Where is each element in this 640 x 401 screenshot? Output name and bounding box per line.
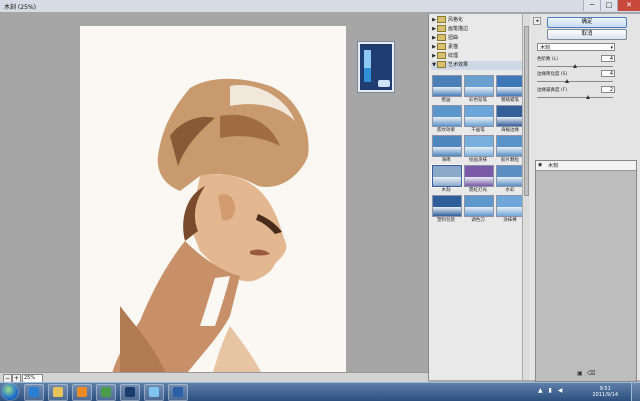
filter-thumbnail[interactable] — [432, 105, 462, 127]
word-icon — [173, 387, 183, 397]
folder-icon — [437, 25, 446, 32]
folder-label: 风格化 — [448, 17, 464, 23]
chevron-down-icon: ▾ — [610, 45, 613, 51]
folder-stylize[interactable]: ▶ 风格化 — [431, 16, 527, 25]
clock-date: 2011/9/14 — [592, 392, 618, 398]
filter-select-value: 木刻 — [540, 45, 551, 51]
folder-icon — [53, 387, 63, 397]
scrollbar-thumb[interactable] — [524, 26, 529, 196]
gallery-scrollbar[interactable] — [522, 14, 530, 380]
folder-brush-strokes[interactable]: ▶ 画笔描边 — [431, 25, 527, 34]
filter-thumbnail[interactable] — [432, 75, 462, 97]
thumbnail-gauge-fill — [364, 68, 371, 82]
folder-icon — [437, 43, 446, 50]
filter-thumbnail[interactable] — [464, 195, 494, 217]
folder-label: 扭曲 — [448, 35, 459, 41]
filter-select[interactable]: 木刻 ▾ — [537, 43, 615, 51]
preview-canvas[interactable] — [80, 26, 346, 382]
edge-fidelity-slider[interactable] — [537, 95, 613, 99]
preview-area[interactable] — [0, 12, 428, 382]
eye-icon[interactable]: ◉ — [538, 162, 544, 168]
filter-thumbnail[interactable] — [432, 135, 462, 157]
tray-icons[interactable]: ▲ ▮ ◀ — [538, 387, 564, 394]
qq-icon — [149, 387, 159, 397]
folder-texture[interactable]: ▶ 纹理 — [431, 52, 527, 61]
filter-thumbnail[interactable] — [432, 165, 462, 187]
start-button[interactable] — [2, 384, 18, 400]
folder-label: 素描 — [448, 44, 459, 50]
folder-artistic[interactable]: ▼ 艺术效果 — [431, 61, 527, 70]
ok-button[interactable]: 确定 — [547, 17, 627, 28]
folder-icon — [437, 52, 446, 59]
paint-icon — [101, 387, 111, 397]
filter-thumbnail-label: 海绵 — [441, 158, 451, 163]
folder-sketch[interactable]: ▶ 素描 — [431, 43, 527, 52]
filter-thumbnail-label: 干画笔 — [471, 128, 485, 133]
folder-icon — [437, 16, 446, 23]
edge-fidelity-label: 边缘逼真度 (F) — [537, 88, 568, 93]
minimize-button[interactable]: ─ — [583, 0, 600, 11]
levels-label: 色阶数 (L) — [537, 57, 558, 62]
filter-thumbnail[interactable] — [464, 135, 494, 157]
folder-icon — [437, 34, 446, 41]
folder-icon — [437, 61, 446, 68]
show-desktop-button[interactable] — [631, 383, 640, 401]
taskbar-app-button[interactable] — [72, 384, 92, 401]
slider-knob[interactable] — [573, 64, 577, 68]
collapse-gallery-button[interactable]: ◂ — [533, 17, 541, 25]
cancel-button[interactable]: 取消 — [547, 29, 627, 40]
filter-thumbnail-label: 霓虹灯光 — [469, 188, 487, 193]
filter-thumbnail-label: 彩色铅笔 — [469, 98, 487, 103]
filter-thumbnail[interactable] — [464, 105, 494, 127]
new-layer-icon[interactable]: ▣ — [577, 370, 583, 377]
filter-thumbnail[interactable] — [432, 195, 462, 217]
taskbar-app-button[interactable] — [24, 384, 44, 401]
folder-label: 纹理 — [448, 53, 459, 59]
media-player-icon — [77, 387, 87, 397]
trash-icon[interactable]: ⌫ — [587, 370, 595, 377]
filter-gallery: ▶ 风格化 ▶ 画笔描边 ▶ 扭曲 ▶ 素描 ▶ 纹理 ▼ 艺术效果 壁画 彩色铅笔 粗糙蜡笔底… — [428, 14, 532, 380]
close-button[interactable]: ✕ — [617, 0, 640, 11]
folder-distort[interactable]: ▶ 扭曲 — [431, 34, 527, 43]
edge-simplicity-label: 边缘简化度 (S) — [537, 72, 568, 77]
filter-thumbnail[interactable] — [464, 165, 494, 187]
windows-taskbar: ▲ ▮ ◀ 9:51 2011/9/14 — [0, 382, 640, 401]
slider-knob[interactable] — [585, 95, 590, 99]
clock[interactable]: 9:51 2011/9/14 — [592, 386, 618, 398]
window-title: 木刻 (25%) — [4, 4, 36, 11]
edge-simplicity-slider[interactable] — [537, 79, 613, 83]
photoshop-icon — [125, 387, 135, 397]
taskbar-app-button[interactable] — [96, 384, 116, 401]
woodcut-portrait-image — [110, 78, 309, 382]
folder-label: 艺术效果 — [448, 62, 469, 68]
edge-simplicity-input[interactable]: 4 — [601, 70, 615, 77]
intel-logo-icon — [378, 80, 390, 87]
effect-layers-panel: ◉ 木刻 — [535, 160, 637, 382]
filter-thumbnail[interactable] — [464, 75, 494, 97]
settings-panel: ◂ 确定 取消 木刻 ▾ 色阶数 (L) 4 边缘简化度 (S) 4 边缘逼真度… — [531, 14, 640, 382]
window-controls: ─ □ ✕ — [583, 0, 640, 11]
taskbar-app-button[interactable] — [168, 384, 188, 401]
slider-knob[interactable] — [565, 79, 570, 83]
maximize-button[interactable]: □ — [600, 0, 617, 11]
levels-slider[interactable] — [537, 64, 613, 68]
taskbar-app-button[interactable] — [120, 384, 140, 401]
thumbnail-widget — [358, 42, 394, 92]
filter-thumbnail-label: 木刻 — [441, 188, 451, 193]
filter-thumbnail-label: 绘画涂抹 — [469, 158, 487, 163]
filter-thumbnail-label: 壁画 — [441, 98, 451, 103]
filter-thumbnail-label: 调色刀 — [471, 218, 485, 223]
levels-input[interactable]: 4 — [601, 55, 615, 62]
effect-layer-name: 木刻 — [548, 163, 559, 169]
taskbar-app-button[interactable] — [144, 384, 164, 401]
filter-thumbnail-label: 塑料包装 — [437, 218, 455, 223]
folder-label: 画笔描边 — [448, 26, 469, 32]
filter-thumbnail-label: 底纹效果 — [437, 128, 455, 133]
taskbar-app-button[interactable] — [48, 384, 68, 401]
effect-layer-row[interactable]: ◉ 木刻 — [536, 161, 636, 171]
edge-fidelity-input[interactable]: 2 — [601, 86, 615, 93]
ie-icon — [29, 387, 39, 397]
